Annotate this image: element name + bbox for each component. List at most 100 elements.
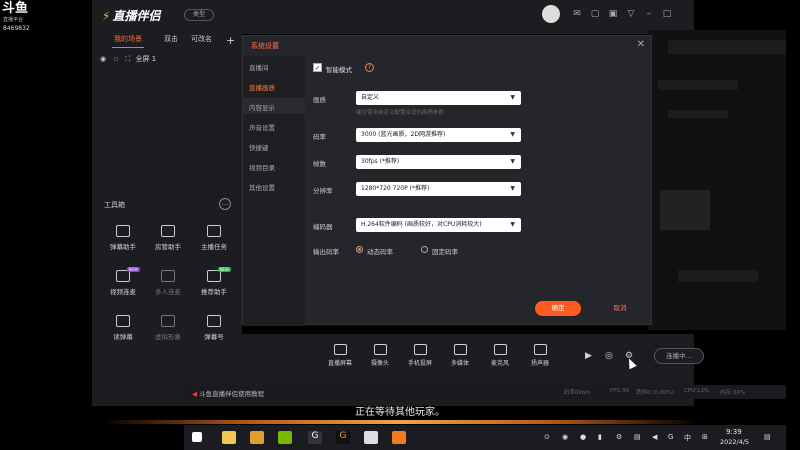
chevron-down-icon: ▼ <box>510 221 515 228</box>
add-scene-button[interactable]: + <box>226 34 235 47</box>
dialog-title: 系统设置 <box>251 42 279 50</box>
mail-icon[interactable]: ✉ <box>572 9 582 19</box>
control-button[interactable]: 手机投屏 <box>400 344 440 367</box>
live-status-button[interactable]: 连播中... <box>654 348 704 364</box>
tray-icon[interactable]: ◀ <box>652 433 657 441</box>
radio-fixed-bitrate[interactable] <box>421 246 428 253</box>
tool-item[interactable]: 虚拟形象 <box>143 315 193 351</box>
browser-icon[interactable]: G <box>308 431 322 444</box>
lock-icon[interactable]: ▫ <box>113 55 118 63</box>
preview-strip <box>658 80 738 90</box>
control-label: 手机投屏 <box>407 360 432 367</box>
eye-icon[interactable]: ◉ <box>100 55 106 63</box>
ime-icon[interactable]: 中 <box>684 433 691 443</box>
tool-label: 推荐助手 <box>201 288 227 296</box>
category-badge[interactable]: 类型 <box>184 9 214 21</box>
tutorial-link[interactable]: ◀ 斗鱼直播伴侣使用教程 <box>192 388 264 398</box>
control-button[interactable]: 多媒体 <box>440 344 480 367</box>
cancel-button[interactable]: 取消 <box>605 301 635 316</box>
dialog-nav-item[interactable]: 声音设置 <box>249 122 275 132</box>
tab-double-click[interactable]: 双击 <box>164 34 178 44</box>
avatar[interactable] <box>542 5 560 23</box>
more-tools-icon[interactable]: … <box>219 198 231 210</box>
tray-icon[interactable]: ▮ <box>598 433 602 441</box>
tool-label: 读弹幕 <box>113 333 133 341</box>
tool-item[interactable]: 房管助手 <box>143 225 193 261</box>
help-icon[interactable]: ? <box>365 63 374 72</box>
tools-grid: 弹幕助手 房管助手 主播任务视频连麦 NEW 多人连麦 推荐助手 NEW 读弹幕 虚拟形象 弹幕号 <box>92 225 242 385</box>
tray-icon[interactable]: G <box>668 433 673 441</box>
tool-label: 多人连麦 <box>155 288 181 296</box>
setting-label: 码率 <box>313 133 326 141</box>
eye-icon[interactable]: ◎ <box>605 351 613 361</box>
control-label: 多媒体 <box>450 360 469 367</box>
tab-my-scenes[interactable]: 我的场景 <box>114 34 142 44</box>
smart-mode-checkbox[interactable]: ✓ <box>313 63 322 72</box>
close-icon[interactable]: ✕ <box>637 39 645 50</box>
tray-icon[interactable]: ◉ <box>562 433 568 441</box>
status-bar: ◀ 斗鱼直播伴侣使用教程 码率0kb/s FPS:30 丢帧0 (0.00%) CPU… <box>184 385 786 399</box>
record-icon[interactable]: ▶ <box>585 351 592 361</box>
dialog-nav-item[interactable]: 直播画质 <box>249 82 275 92</box>
tray-icon[interactable]: ⚙ <box>616 433 622 441</box>
file-explorer-icon[interactable] <box>222 431 236 444</box>
control-button[interactable]: 扬声器 <box>520 344 560 367</box>
room-id: 8469832 <box>3 25 30 32</box>
new-tag: NEW <box>217 267 231 272</box>
tab-renamable[interactable]: 可改名 <box>191 34 212 44</box>
tray-icon[interactable]: ⊞ <box>702 433 708 441</box>
scene-item[interactable]: ◉ ▫ ⛶ 全屏 1 <box>100 54 230 66</box>
tool-item[interactable]: 推荐助手 NEW <box>189 267 239 306</box>
message-icon[interactable]: ▢ <box>590 9 600 19</box>
setting-select[interactable]: H.264软件编码 (画质较好，对CPU消耗较大) ▼ <box>356 218 521 232</box>
left-black-strip <box>0 0 92 450</box>
tool-item[interactable]: 读弹幕 <box>98 315 148 351</box>
maximize-icon[interactable]: – <box>644 9 654 19</box>
window-icon[interactable] <box>364 431 378 444</box>
shirt-icon[interactable]: ▣ <box>608 9 618 19</box>
windows-start-icon[interactable] <box>192 432 202 442</box>
preview-toolbar <box>668 40 786 54</box>
minimize-icon[interactable]: ▽ <box>626 9 636 19</box>
dialog-nav-item[interactable]: 视频目录 <box>249 162 275 172</box>
app-icon[interactable] <box>250 431 264 444</box>
dialog-nav-item[interactable]: 内容显示 <box>249 102 275 112</box>
radio-dynamic-bitrate[interactable] <box>356 246 363 253</box>
tool-item[interactable]: 主播任务 <box>189 225 239 261</box>
setting-value: H.264软件编码 (画质较好，对CPU消耗较大) <box>361 221 482 228</box>
status-stat: 内存:34% <box>720 390 746 396</box>
setting-select[interactable]: 自定义 ▼ <box>356 91 521 105</box>
ok-button[interactable]: 确定 <box>535 301 581 316</box>
tray-icon[interactable]: ▤ <box>634 433 641 441</box>
tray-icon[interactable]: ● <box>580 433 586 441</box>
preview-thumb <box>660 190 710 230</box>
control-icon <box>533 344 547 355</box>
dialog-nav-item[interactable]: 快捷键 <box>249 142 269 152</box>
g-app-icon[interactable]: G <box>336 431 350 444</box>
control-button[interactable]: 摄像头 <box>360 344 400 367</box>
control-button[interactable]: 麦克风 <box>480 344 520 367</box>
notification-icon[interactable]: ▤ <box>764 433 771 441</box>
preview-strip <box>668 110 728 118</box>
tool-item[interactable]: 视频连麦 NEW <box>98 267 148 306</box>
dialog-nav-item[interactable]: 其他设置 <box>249 182 275 192</box>
tray-icon[interactable]: ⊙ <box>544 433 550 441</box>
smart-mode-label: 智能模式 <box>326 66 352 74</box>
scene-tabs: 我的场景 双击 可改名 <box>100 34 240 48</box>
nvidia-icon[interactable] <box>278 431 292 444</box>
control-button[interactable]: 直播屏幕 <box>320 344 360 367</box>
streaming-app-window: ⚡ 直播伴侣 类型 ✉ ▢ ▣ ▽ – □ 我的场景 双击 可改名 + ◉ ▫ ⛶… <box>92 0 786 450</box>
settings-icon[interactable]: □ <box>662 9 672 19</box>
tool-icon <box>207 315 221 327</box>
tool-item[interactable]: 多人连麦 <box>143 270 193 306</box>
setting-select[interactable]: 3000 (蓝光画质，2D网游推荐) ▼ <box>356 128 521 142</box>
setting-select[interactable]: 1280*720 720P (*推荐) ▼ <box>356 182 521 196</box>
app-logo: ⚡ 直播伴侣 <box>102 7 160 24</box>
radio-fixed-label: 固定码率 <box>432 248 458 256</box>
dialog-nav-item[interactable]: 直播间 <box>249 62 269 72</box>
tool-item[interactable]: 弹幕助手 <box>98 225 148 261</box>
live-companion-icon[interactable] <box>392 431 406 444</box>
tool-item[interactable]: 弹幕号 <box>189 315 239 351</box>
setting-select[interactable]: 30fps (*推荐) ▼ <box>356 155 521 169</box>
overlay-caption: 正在等待其他玩家。 <box>355 407 445 418</box>
